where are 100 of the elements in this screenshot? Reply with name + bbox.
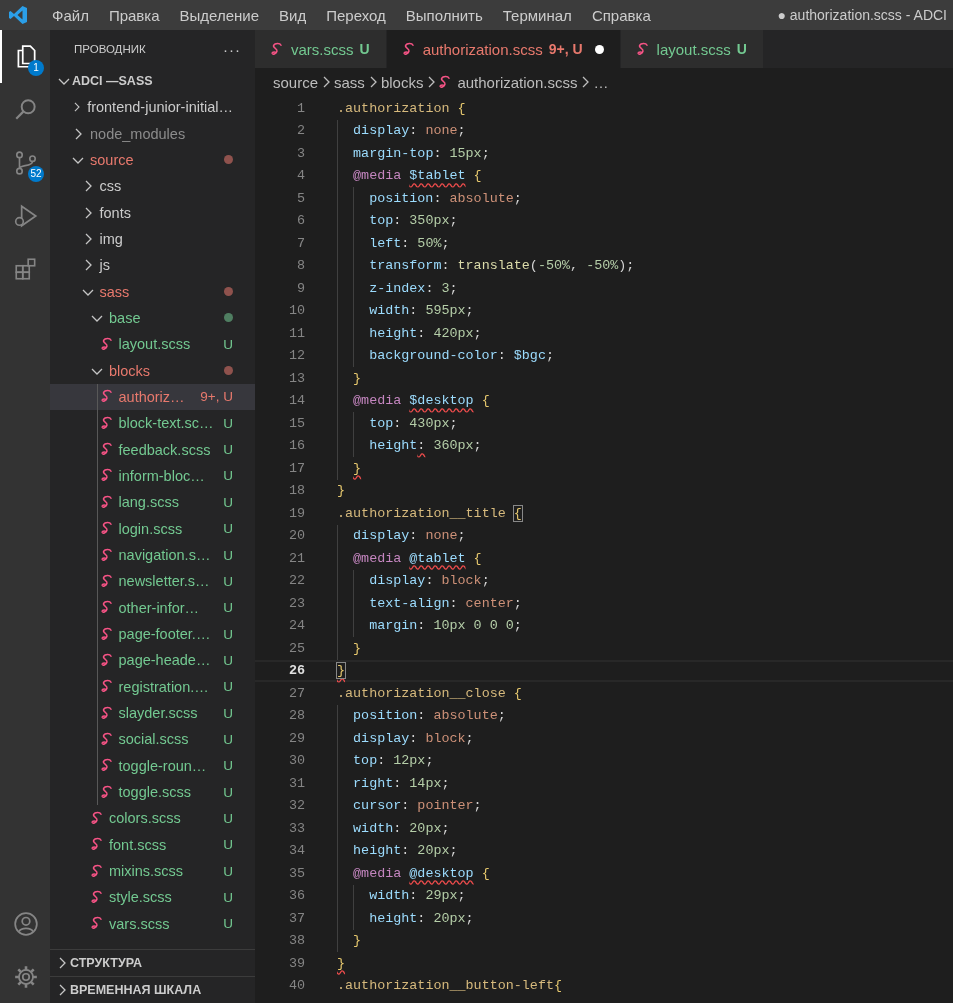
code-line: .authorization__close {: [337, 685, 522, 701]
tree-item[interactable]: sass: [50, 278, 255, 305]
breadcrumb-item[interactable]: authorization.scss: [439, 73, 578, 91]
menu-item[interactable]: Файл: [42, 6, 99, 24]
menu-item[interactable]: Вид: [269, 6, 317, 24]
tree-item[interactable]: js: [50, 252, 255, 279]
tree-item[interactable]: registration.… U: [50, 673, 255, 700]
tree-item[interactable]: other-infor… U: [50, 594, 255, 621]
code-line: right: 14px;: [353, 775, 450, 791]
tree-item[interactable]: frontend-junior-initial…: [50, 94, 255, 121]
menu-item[interactable]: Правка: [98, 6, 170, 24]
sass-file-icon: [91, 890, 103, 905]
line-number: 37: [287, 910, 305, 926]
line-number: 3: [295, 145, 305, 161]
breadcrumb-item[interactable]: source: [273, 73, 319, 91]
tree-item[interactable]: page-heade… U: [50, 647, 255, 674]
line-number: 40: [287, 978, 305, 994]
tree-item[interactable]: mixins.scss U: [50, 857, 255, 885]
tree-item[interactable]: toggle-roun… U: [50, 752, 255, 779]
code-line: display: none;: [353, 123, 466, 139]
line-number: 24: [287, 618, 305, 634]
line-number: 20: [287, 528, 305, 544]
code-line: background-color: $bgc;: [369, 348, 554, 364]
tree-item[interactable]: lang.scss U: [50, 489, 255, 516]
menu-item[interactable]: Выполнить: [395, 6, 493, 24]
code-line: }: [337, 955, 346, 971]
tree-root[interactable]: ADCI —SASS: [50, 68, 255, 94]
line-number: 23: [287, 595, 305, 611]
tree-item[interactable]: navigation.s… U: [50, 541, 255, 569]
tree-item[interactable]: page-footer.… U: [50, 620, 255, 648]
tree-item[interactable]: font.scss U: [50, 831, 255, 858]
tree-item[interactable]: vars.scss U: [50, 910, 255, 937]
menu-item[interactable]: Справка: [581, 6, 661, 24]
line-number: 31: [287, 775, 305, 791]
line-number: 36: [287, 888, 305, 904]
line-number: 15: [287, 415, 305, 431]
app-logo-icon: [8, 5, 28, 25]
code-line: .authorization__button-left{: [337, 978, 562, 994]
sass-file-icon: [100, 521, 113, 537]
tree-item[interactable]: blocks: [50, 357, 255, 384]
code-line: width: 20px;: [353, 820, 450, 836]
tab[interactable]: authorization.scss 9+, U: [386, 30, 621, 68]
tree-item[interactable]: node_modules: [50, 120, 255, 147]
tree-item[interactable]: block-text.sc… U: [50, 410, 255, 437]
menu-item[interactable]: Переход: [316, 6, 396, 24]
code-line: top: 430px;: [369, 415, 458, 431]
tab[interactable]: layout.scss U: [620, 30, 764, 68]
line-number: 27: [287, 685, 305, 701]
tree-item[interactable]: social.scss U: [50, 726, 255, 753]
code-line: }: [353, 640, 362, 656]
run-icon[interactable]: [13, 202, 39, 229]
code-line: width: 595px;: [369, 303, 474, 319]
line-number: 5: [295, 190, 305, 206]
code-line: margin: 10px 0 0 0;: [369, 618, 522, 634]
line-number: 28: [287, 708, 305, 724]
sass-file-icon: [91, 837, 103, 853]
line-number: 19: [287, 505, 305, 521]
menu-item[interactable]: Терминал: [492, 6, 582, 24]
tree-item[interactable]: toggle.scss U: [50, 778, 255, 806]
breadcrumb-item[interactable]: blocks: [380, 73, 424, 91]
line-number: 16: [287, 438, 305, 454]
line-number: 32: [287, 798, 305, 814]
settings-icon[interactable]: [13, 963, 39, 990]
tree-item[interactable]: colors.scss U: [50, 805, 255, 832]
line-number: 18: [287, 483, 305, 499]
tree-item[interactable]: img: [50, 225, 255, 253]
sass-file-icon: [100, 573, 113, 589]
line-number: 38: [287, 933, 305, 949]
tree-item[interactable]: fonts: [50, 199, 255, 226]
line-number: 11: [287, 325, 305, 341]
line-number: 39: [287, 955, 305, 971]
account-icon[interactable]: [13, 910, 39, 937]
tree-item[interactable]: base: [50, 304, 255, 332]
menu-item[interactable]: Выделение: [169, 6, 270, 24]
breadcrumb-item[interactable]: …: [593, 73, 609, 91]
tree-item[interactable]: authoriz… 9+, U: [50, 383, 255, 411]
tab[interactable]: vars.scss U: [255, 30, 387, 68]
source-control-icon[interactable]: [13, 149, 39, 176]
tree-item[interactable]: inform-bloc… U: [50, 462, 255, 490]
breadcrumb-item[interactable]: sass: [334, 73, 365, 91]
tree-item[interactable]: slayder.scss U: [50, 699, 255, 727]
sass-file-icon: [100, 758, 113, 774]
tree-item[interactable]: style.scss U: [50, 884, 255, 911]
sass-file-icon: [100, 731, 113, 747]
tree-item[interactable]: layout.scss U: [50, 331, 255, 358]
sass-file-icon: [100, 415, 113, 431]
tree-item[interactable]: login.scss U: [50, 515, 255, 542]
tree-item[interactable]: source: [50, 146, 255, 174]
tree-item[interactable]: css: [50, 173, 255, 200]
code-line: }: [353, 460, 362, 476]
tree-item[interactable]: feedback.scss U: [50, 436, 255, 463]
code-line: position: absolute;: [353, 708, 506, 724]
sass-file-icon: [91, 810, 103, 826]
more-actions-button[interactable]: ···: [223, 40, 241, 58]
sass-file-icon: [100, 679, 113, 695]
tree-item[interactable]: newsletter.s… U: [50, 568, 255, 595]
code-line: @media @tablet {: [353, 550, 482, 566]
sass-file-icon: [100, 547, 113, 563]
line-number: 14: [287, 393, 305, 409]
line-number: 26: [287, 663, 305, 679]
